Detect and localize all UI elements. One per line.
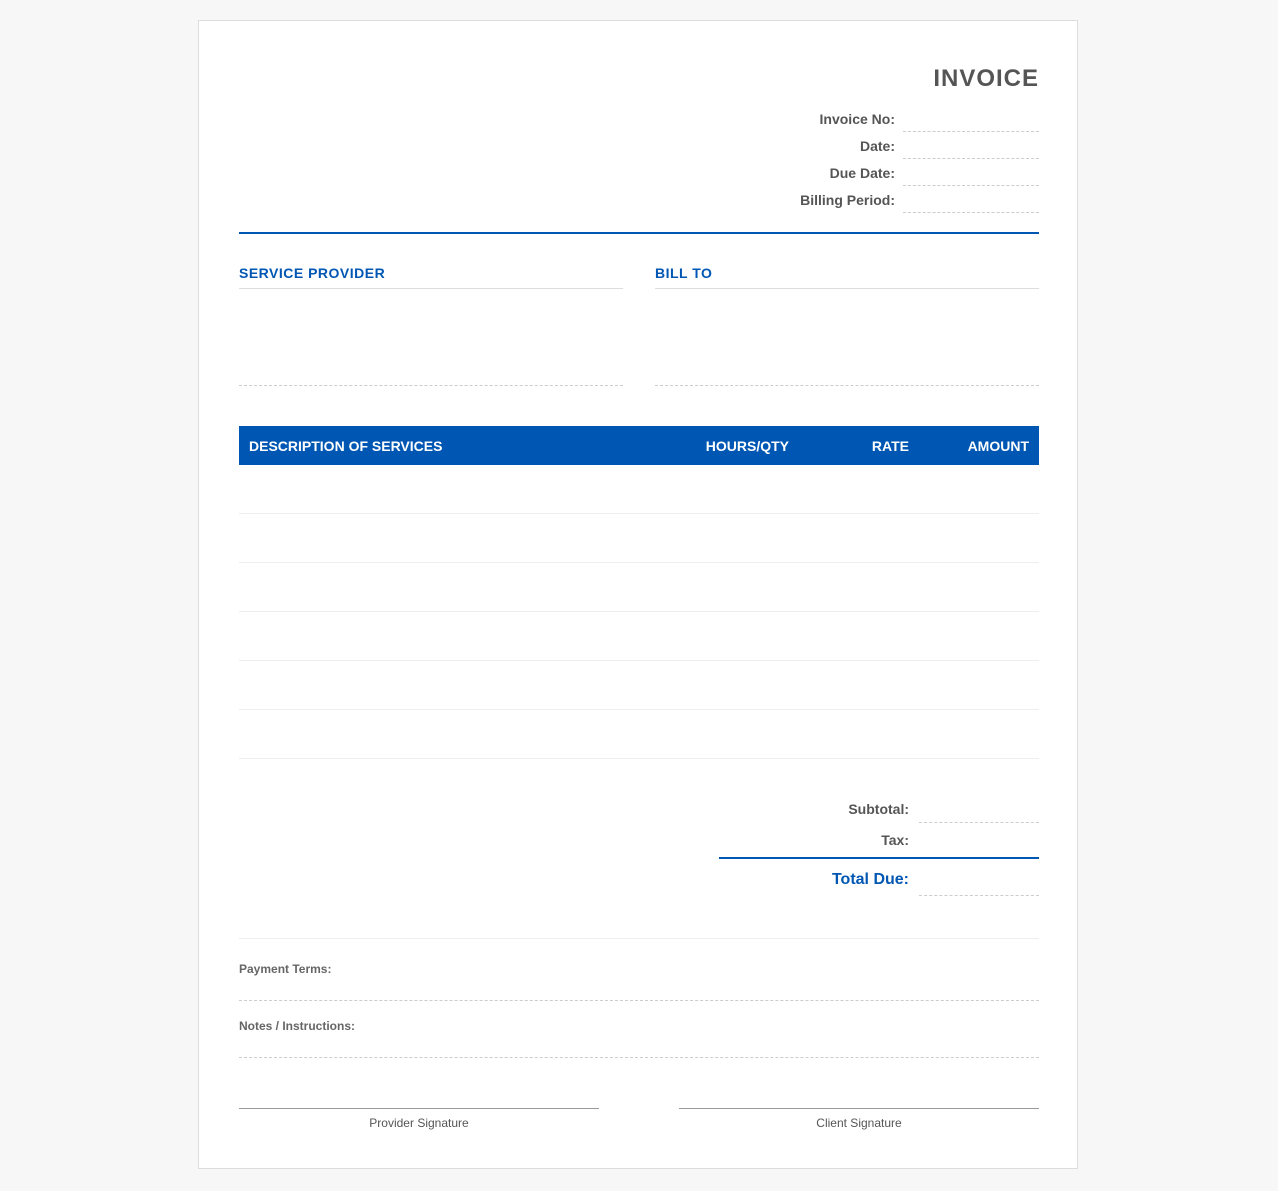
notes-instructions-label: Notes / Instructions: — [239, 1019, 356, 1033]
table-row[interactable] — [239, 465, 1039, 514]
billing-period-field[interactable] — [903, 192, 1039, 213]
invoice-meta: Invoice No: Date: Due Date: Billing Peri… — [739, 105, 1039, 213]
subtotal-field[interactable] — [919, 794, 1039, 823]
total-due-field[interactable] — [919, 858, 1039, 896]
payment-terms-field[interactable]: Payment Terms: — [239, 962, 1039, 1001]
totals-section: Subtotal: Tax: Total Due: — [719, 795, 1039, 896]
services-table-header: DESCRIPTION OF SERVICES HOURS/QTY RATE A… — [239, 426, 1039, 465]
invoice-title: INVOICE — [933, 65, 1039, 92]
column-header-rate: RATE — [871, 438, 909, 454]
column-header-description: DESCRIPTION OF SERVICES — [249, 438, 443, 454]
provider-signature-label: Provider Signature — [369, 1116, 469, 1130]
due-date-field[interactable] — [903, 165, 1039, 186]
provider-signature-line[interactable]: Provider Signature — [239, 1108, 599, 1130]
table-row[interactable] — [239, 514, 1039, 563]
column-header-hours-qty: HOURS/QTY — [705, 438, 789, 454]
meta-row-invoice-no: Invoice No: — [739, 105, 1039, 132]
meta-row-billing-period: Billing Period: — [739, 186, 1039, 213]
service-provider-field[interactable] — [239, 289, 623, 386]
table-row[interactable] — [239, 661, 1039, 710]
column-header-amount: AMOUNT — [967, 438, 1029, 454]
table-row[interactable] — [239, 563, 1039, 612]
total-due-label: Total Due: — [831, 871, 909, 888]
meta-row-due-date: Due Date: — [739, 159, 1039, 186]
services-table-body — [239, 465, 1039, 759]
header-divider — [239, 232, 1039, 234]
invoice-no-label: Invoice No: — [819, 111, 895, 127]
table-row[interactable] — [239, 710, 1039, 759]
client-signature-label: Client Signature — [816, 1116, 902, 1130]
date-field[interactable] — [903, 138, 1039, 159]
service-provider-title: SERVICE PROVIDER — [239, 265, 623, 289]
meta-row-date: Date: — [739, 132, 1039, 159]
invoice-sheet: INVOICE Invoice No: Date: Due Date: Bill… — [198, 20, 1078, 1169]
tax-row: Tax: — [719, 823, 1039, 859]
notes-divider — [239, 938, 1039, 939]
notes-instructions-field[interactable]: Notes / Instructions: — [239, 1019, 1039, 1058]
total-due-row: Total Due: — [719, 859, 1039, 896]
bill-to-section: BILL TO — [655, 265, 1039, 386]
tax-label: Tax: — [881, 832, 909, 848]
table-row[interactable] — [239, 612, 1039, 661]
date-label: Date: — [859, 138, 895, 154]
bill-to-field[interactable] — [655, 289, 1039, 386]
subtotal-label: Subtotal: — [848, 801, 909, 817]
invoice-no-field[interactable] — [903, 111, 1039, 132]
bill-to-title: BILL TO — [655, 265, 1039, 289]
due-date-label: Due Date: — [829, 165, 895, 181]
service-provider-section: SERVICE PROVIDER — [239, 265, 623, 386]
payment-terms-label: Payment Terms: — [239, 962, 332, 976]
invoice-content: INVOICE Invoice No: Date: Due Date: Bill… — [239, 21, 1039, 1168]
billing-period-label: Billing Period: — [800, 192, 895, 208]
client-signature-line[interactable]: Client Signature — [679, 1108, 1039, 1130]
subtotal-row: Subtotal: — [719, 795, 1039, 823]
